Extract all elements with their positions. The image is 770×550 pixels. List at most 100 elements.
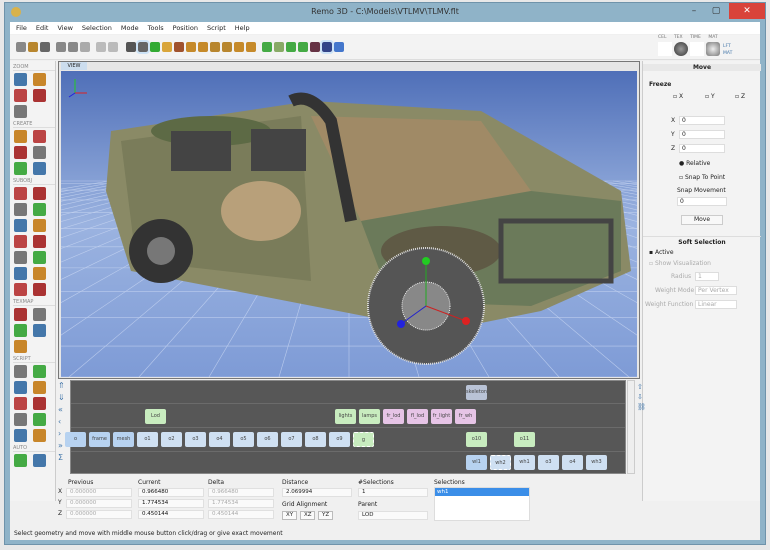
selections-list[interactable]: wh1: [434, 487, 530, 521]
link-mat[interactable]: MAT: [723, 50, 732, 57]
cel-thumbnail[interactable]: [658, 42, 672, 56]
tool-icon[interactable]: [14, 429, 27, 442]
toolbar-tool-icon[interactable]: [234, 42, 244, 52]
toolbar-tool-icon[interactable]: [126, 42, 136, 52]
tool-icon[interactable]: [33, 146, 46, 159]
tool-icon[interactable]: [33, 162, 46, 175]
tool-icon[interactable]: [14, 454, 27, 467]
tool-icon[interactable]: [14, 267, 27, 280]
node-o4[interactable]: o4: [562, 455, 583, 470]
close-button[interactable]: ✕: [729, 3, 765, 19]
node-Lod[interactable]: Lod: [145, 409, 166, 424]
scene-graph-timeline[interactable]: skeleton Lod lights lamps fr_lod fl_lod fr_lig…: [65, 380, 626, 474]
tool-icon[interactable]: [14, 187, 27, 200]
node-o1[interactable]: o1: [137, 432, 158, 447]
node-o3[interactable]: o3: [538, 455, 559, 470]
weight-mode-select[interactable]: Per Vertex: [695, 286, 737, 295]
tool-icon[interactable]: [33, 251, 46, 264]
tool-icon[interactable]: [33, 89, 46, 102]
node-o6[interactable]: o6: [257, 432, 278, 447]
node-skeleton[interactable]: skeleton: [466, 385, 487, 400]
rewind-icon[interactable]: «: [58, 404, 70, 416]
tool-icon[interactable]: [14, 340, 27, 353]
timeline-scrollbar[interactable]: [627, 380, 635, 474]
toolbar-tool-icon[interactable]: [162, 42, 172, 52]
snap-movement-input[interactable]: 0: [677, 197, 727, 206]
tool-icon[interactable]: [14, 251, 27, 264]
node-wh3[interactable]: wh3: [586, 455, 607, 470]
toolbar-tool-icon[interactable]: [40, 42, 50, 52]
show-visualization-checkbox[interactable]: ▫ Show Visualization: [649, 260, 711, 267]
weight-function-select[interactable]: Linear: [695, 300, 737, 309]
toolbar-tool-icon[interactable]: [222, 42, 232, 52]
tool-icon[interactable]: [14, 73, 27, 86]
toolbar-tool-icon[interactable]: [298, 42, 308, 52]
viewport-tab[interactable]: VIEW: [61, 62, 87, 70]
node-g[interactable]: g: [353, 432, 374, 447]
grid-xy-button[interactable]: XY: [282, 511, 297, 520]
tool-icon[interactable]: [14, 397, 27, 410]
tool-icon[interactable]: [33, 324, 46, 337]
collapse-icon[interactable]: Σ: [58, 452, 70, 464]
tool-icon[interactable]: [14, 324, 27, 337]
tool-icon[interactable]: [33, 365, 46, 378]
toolbar-tool-icon[interactable]: [56, 42, 66, 52]
toolbar-tool-icon[interactable]: [68, 42, 78, 52]
node-o5[interactable]: o5: [233, 432, 254, 447]
toolbar-tool-icon[interactable]: [80, 42, 90, 52]
tool-icon[interactable]: [33, 219, 46, 232]
node-fr_lod[interactable]: fr_lod: [383, 409, 404, 424]
tool-icon[interactable]: [33, 397, 46, 410]
tool-icon[interactable]: [14, 235, 27, 248]
node-o10[interactable]: o10: [466, 432, 487, 447]
toolbar-tool-icon[interactable]: [174, 42, 184, 52]
toolbar-tool-icon[interactable]: [334, 42, 344, 52]
node-fr_wh[interactable]: fr_wh: [455, 409, 476, 424]
node-o[interactable]: o: [65, 432, 86, 447]
menu-view[interactable]: View: [57, 22, 72, 34]
tool-icon[interactable]: [33, 187, 46, 200]
texture-thumbnail[interactable]: [674, 42, 688, 56]
relative-radio[interactable]: ● Relative: [679, 160, 710, 167]
tool-icon[interactable]: [33, 283, 46, 296]
tool-icon[interactable]: [14, 365, 27, 378]
tool-icon[interactable]: [33, 454, 46, 467]
menu-mode[interactable]: Mode: [121, 22, 139, 34]
menu-position[interactable]: Position: [173, 22, 198, 34]
node-lamps[interactable]: lamps: [359, 409, 380, 424]
node-o9[interactable]: o9: [329, 432, 350, 447]
tool-icon[interactable]: [14, 89, 27, 102]
freeze-z-checkbox[interactable]: ▫ Z: [735, 93, 745, 100]
toolbar-tool-icon[interactable]: [198, 42, 208, 52]
tool-icon[interactable]: [14, 146, 27, 159]
active-checkbox[interactable]: ▪ Active: [649, 249, 674, 256]
node-fl_lod[interactable]: fl_lod: [407, 409, 428, 424]
grid-xz-button[interactable]: XZ: [300, 511, 315, 520]
node-o4[interactable]: o4: [209, 432, 230, 447]
menu-selection[interactable]: Selection: [82, 22, 112, 34]
material-thumbnail[interactable]: [706, 42, 720, 56]
maximize-button[interactable]: ▢: [705, 3, 727, 19]
tool-icon[interactable]: [33, 429, 46, 442]
time-thumbnail[interactable]: [690, 42, 704, 56]
arrow-down-icon[interactable]: ⇓: [58, 392, 70, 404]
link-lft[interactable]: LFT: [723, 43, 732, 50]
link-nodes-icon[interactable]: ⛓: [637, 402, 646, 412]
toolbar-tool-icon[interactable]: [150, 42, 160, 52]
freeze-y-checkbox[interactable]: ▫ Y: [705, 93, 715, 100]
node-o3[interactable]: o3: [185, 432, 206, 447]
tool-icon[interactable]: [33, 413, 46, 426]
expand-up-icon[interactable]: ⇧: [637, 382, 646, 392]
tool-icon[interactable]: [14, 413, 27, 426]
snap-to-point-checkbox[interactable]: ▫ Snap To Point: [679, 174, 725, 181]
tool-icon[interactable]: [33, 308, 46, 321]
tool-icon[interactable]: [33, 73, 46, 86]
menu-tools[interactable]: Tools: [148, 22, 164, 34]
toolbar-tool-icon[interactable]: [246, 42, 256, 52]
menu-help[interactable]: Help: [235, 22, 250, 34]
node-o8[interactable]: o8: [305, 432, 326, 447]
y-input[interactable]: 0: [679, 130, 725, 139]
tool-icon[interactable]: [33, 203, 46, 216]
tool-icon[interactable]: [33, 130, 46, 143]
toolbar-tool-icon[interactable]: [28, 42, 38, 52]
